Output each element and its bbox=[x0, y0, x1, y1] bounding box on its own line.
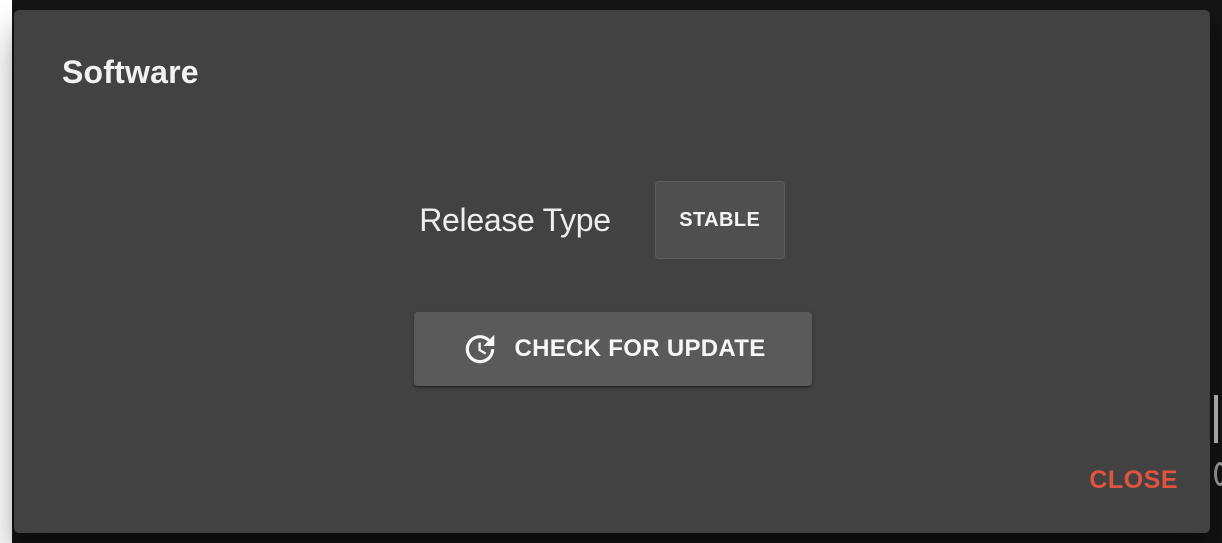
backdrop-edge bbox=[0, 0, 12, 543]
check-for-update-label: CHECK FOR UPDATE bbox=[514, 335, 766, 362]
release-type-button[interactable]: STABLE bbox=[654, 181, 785, 259]
release-type-label: Release Type bbox=[419, 201, 611, 238]
modal-backdrop[interactable]: Software Release Type STABLE CHECK FOR U… bbox=[0, 0, 1222, 543]
update-icon bbox=[460, 329, 500, 369]
release-type-row: Release Type STABLE bbox=[14, 180, 1210, 260]
dialog-title: Software bbox=[62, 54, 199, 90]
software-dialog: Software Release Type STABLE CHECK FOR U… bbox=[14, 10, 1210, 533]
check-for-update-button[interactable]: CHECK FOR UPDATE bbox=[414, 312, 812, 386]
close-button[interactable]: CLOSE bbox=[1079, 458, 1188, 503]
background-content-fragment bbox=[1214, 462, 1222, 486]
background-content-fragment bbox=[1214, 395, 1222, 443]
